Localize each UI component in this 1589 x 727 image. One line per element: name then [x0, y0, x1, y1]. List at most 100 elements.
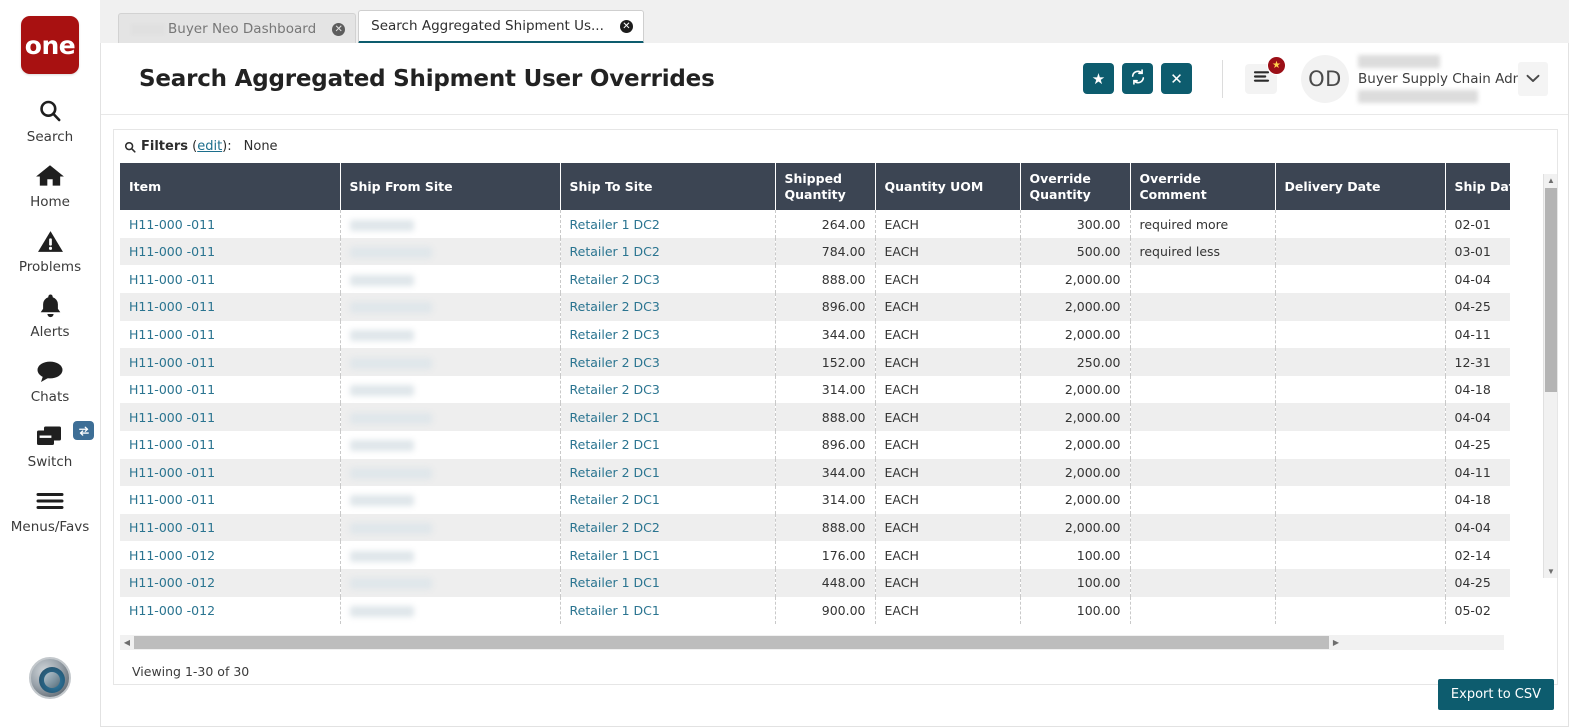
sidebar-item-alerts[interactable]: Alerts — [0, 291, 100, 340]
cell-ship_to_site[interactable]: Retailer 2 DC1 — [560, 459, 775, 487]
table-row[interactable]: H11-000 -012Retailer 1 DC1176.00EACH100.… — [120, 541, 1510, 569]
sidebar-item-search[interactable]: Search — [0, 96, 100, 145]
tab-search-aggregated-shipment-user-overrides[interactable]: Search Aggregated Shipment Us... ✕ — [358, 10, 644, 44]
item-link[interactable]: H11-000 -011 — [129, 465, 215, 480]
column-header-quantity_uom[interactable]: Quantity UOM — [875, 163, 1020, 210]
item-link[interactable]: H11-000 -012 — [129, 603, 215, 618]
cell-item[interactable]: H11-000 -011 — [120, 514, 340, 542]
cell-ship_to_site[interactable]: Retailer 2 DC3 — [560, 376, 775, 404]
cell-item[interactable]: H11-000 -011 — [120, 293, 340, 321]
table-row[interactable]: H11-000 -011Retailer 2 DC3888.00EACH2,00… — [120, 265, 1510, 293]
table-row[interactable]: H11-000 -011Retailer 2 DC3344.00EACH2,00… — [120, 321, 1510, 349]
scroll-up-arrow-icon[interactable]: ▲ — [1544, 174, 1558, 187]
ship_to_site-link[interactable]: Retailer 2 DC3 — [570, 327, 660, 342]
item-link[interactable]: H11-000 -011 — [129, 437, 215, 452]
cell-item[interactable]: H11-000 -012 — [120, 541, 340, 569]
cell-ship_to_site[interactable]: Retailer 1 DC2 — [560, 210, 775, 238]
avatar[interactable]: OD — [1301, 55, 1349, 103]
table-row[interactable]: H11-000 -011Retailer 2 DC2888.00EACH2,00… — [120, 514, 1510, 542]
cell-item[interactable]: H11-000 -012 — [120, 597, 340, 625]
menu-favorites-button[interactable]: ★ — [1245, 64, 1277, 94]
cell-ship_to_site[interactable]: Retailer 1 DC1 — [560, 597, 775, 625]
ship_to_site-link[interactable]: Retailer 2 DC1 — [570, 492, 660, 507]
cell-ship_to_site[interactable]: Retailer 2 DC3 — [560, 348, 775, 376]
sidebar-item-home[interactable]: Home — [0, 161, 100, 210]
item-link[interactable]: H11-000 -011 — [129, 382, 215, 397]
cell-ship_to_site[interactable]: Retailer 2 DC2 — [560, 514, 775, 542]
cell-item[interactable]: H11-000 -011 — [120, 376, 340, 404]
vertical-scroll-thumb[interactable] — [1545, 188, 1557, 392]
column-header-ship_to_site[interactable]: Ship To Site — [560, 163, 775, 210]
ship_to_site-link[interactable]: Retailer 1 DC1 — [570, 575, 660, 590]
cell-ship_to_site[interactable]: Retailer 2 DC1 — [560, 431, 775, 459]
close-button[interactable]: ✕ — [1161, 63, 1192, 94]
ship_to_site-link[interactable]: Retailer 2 DC1 — [570, 437, 660, 452]
column-header-delivery_date[interactable]: Delivery Date — [1275, 163, 1445, 210]
item-link[interactable]: H11-000 -011 — [129, 410, 215, 425]
ship_to_site-link[interactable]: Retailer 1 DC1 — [570, 548, 660, 563]
table-row[interactable]: H11-000 -011Retailer 2 DC3896.00EACH2,00… — [120, 293, 1510, 321]
column-header-ship_from_site[interactable]: Ship From Site — [340, 163, 560, 210]
ship_to_site-link[interactable]: Retailer 2 DC1 — [570, 465, 660, 480]
ship_to_site-link[interactable]: Retailer 2 DC3 — [570, 272, 660, 287]
cell-ship_to_site[interactable]: Retailer 2 DC3 — [560, 265, 775, 293]
column-header-shipped_quantity[interactable]: Shipped Quantity — [775, 163, 875, 210]
sidebar-item-menus-favs[interactable]: Menus/Favs — [0, 486, 100, 535]
filters-edit-link[interactable]: edit — [197, 139, 222, 154]
item-link[interactable]: H11-000 -012 — [129, 575, 215, 590]
cell-item[interactable]: H11-000 -011 — [120, 348, 340, 376]
cell-item[interactable]: H11-000 -012 — [120, 569, 340, 597]
table-row[interactable]: H11-000 -011Retailer 2 DC1896.00EACH2,00… — [120, 431, 1510, 459]
table-row[interactable]: H11-000 -011Retailer 2 DC1888.00EACH2,00… — [120, 403, 1510, 431]
cell-ship_to_site[interactable]: Retailer 1 DC1 — [560, 541, 775, 569]
ship_to_site-link[interactable]: Retailer 2 DC2 — [570, 520, 660, 535]
item-link[interactable]: H11-000 -011 — [129, 272, 215, 287]
cell-item[interactable]: H11-000 -011 — [120, 459, 340, 487]
sidebar-item-chats[interactable]: Chats — [0, 356, 100, 405]
cell-ship_to_site[interactable]: Retailer 1 DC1 — [560, 569, 775, 597]
sidebar-item-problems[interactable]: Problems — [0, 226, 100, 275]
item-link[interactable]: H11-000 -011 — [129, 327, 215, 342]
column-header-override_quantity[interactable]: Override Quantity — [1020, 163, 1130, 210]
item-link[interactable]: H11-000 -012 — [129, 548, 215, 563]
ship_to_site-link[interactable]: Retailer 2 DC1 — [570, 410, 660, 425]
item-link[interactable]: H11-000 -011 — [129, 244, 215, 259]
table-row[interactable]: H11-000 -012Retailer 1 DC1448.00EACH100.… — [120, 569, 1510, 597]
close-circle-icon[interactable]: ✕ — [332, 23, 345, 36]
ship_to_site-link[interactable]: Retailer 2 DC3 — [570, 299, 660, 314]
cell-ship_to_site[interactable]: Retailer 2 DC3 — [560, 293, 775, 321]
cell-ship_to_site[interactable]: Retailer 2 DC3 — [560, 321, 775, 349]
cell-item[interactable]: H11-000 -011 — [120, 210, 340, 238]
cell-item[interactable]: H11-000 -011 — [120, 265, 340, 293]
cell-item[interactable]: H11-000 -011 — [120, 403, 340, 431]
user-globe-avatar[interactable] — [29, 657, 71, 699]
item-link[interactable]: H11-000 -011 — [129, 217, 215, 232]
cell-item[interactable]: H11-000 -011 — [120, 486, 340, 514]
grid-horizontal-scrollbar[interactable]: ◀ ▶ — [120, 635, 1504, 650]
cell-ship_to_site[interactable]: Retailer 2 DC1 — [560, 486, 775, 514]
table-row[interactable]: H11-000 -011Retailer 2 DC1314.00EACH2,00… — [120, 486, 1510, 514]
column-header-override_comment[interactable]: Override Comment — [1130, 163, 1275, 210]
item-link[interactable]: H11-000 -011 — [129, 492, 215, 507]
item-link[interactable]: H11-000 -011 — [129, 520, 215, 535]
ship_to_site-link[interactable]: Retailer 2 DC3 — [570, 382, 660, 397]
cell-item[interactable]: H11-000 -011 — [120, 321, 340, 349]
column-header-ship_date[interactable]: Ship Date — [1445, 163, 1510, 210]
favorite-button[interactable]: ★ — [1083, 63, 1114, 94]
ship_to_site-link[interactable]: Retailer 1 DC2 — [570, 217, 660, 232]
scroll-left-arrow-icon[interactable]: ◀ — [120, 635, 134, 650]
export-to-csv-button[interactable]: Export to CSV — [1438, 679, 1554, 710]
ship_to_site-link[interactable]: Retailer 2 DC3 — [570, 355, 660, 370]
grid-vertical-scrollbar[interactable]: ▲ ▼ — [1543, 174, 1557, 578]
swap-arrows-icon[interactable] — [73, 421, 94, 440]
column-header-item[interactable]: Item — [120, 163, 340, 210]
table-row[interactable]: H11-000 -011Retailer 1 DC2264.00EACH300.… — [120, 210, 1510, 238]
user-menu-toggle[interactable] — [1518, 62, 1548, 96]
refresh-button[interactable] — [1122, 63, 1153, 94]
item-link[interactable]: H11-000 -011 — [129, 355, 215, 370]
one-network-logo[interactable]: one — [21, 16, 79, 74]
cell-item[interactable]: H11-000 -011 — [120, 238, 340, 266]
tab-buyer-neo-dashboard[interactable]: Buyer Neo Dashboard ✕ — [118, 13, 356, 44]
scroll-down-arrow-icon[interactable]: ▼ — [1544, 565, 1558, 578]
close-circle-icon[interactable]: ✕ — [620, 20, 633, 33]
